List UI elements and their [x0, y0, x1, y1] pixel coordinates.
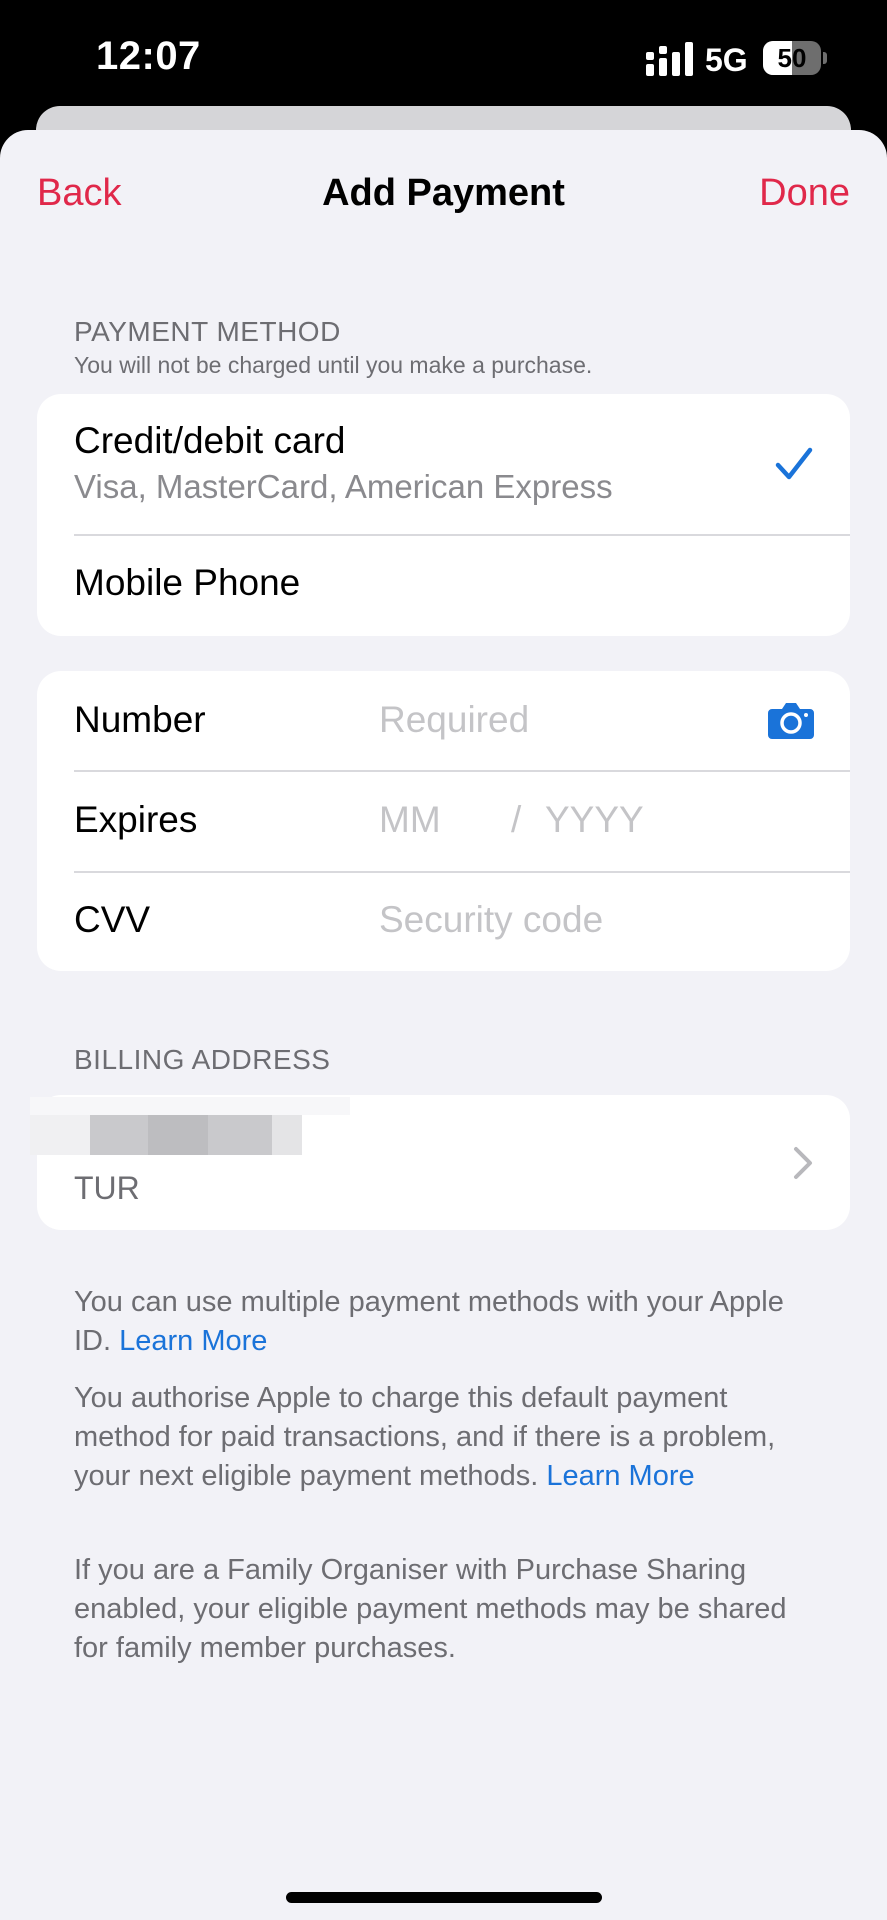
billing-address-header: BILLING ADDRESS	[74, 1044, 331, 1075]
add-payment-sheet: Back Add Payment Done PAYMENT METHOD You…	[0, 130, 887, 1920]
expiry-year-input[interactable]	[545, 799, 665, 841]
status-time: 12:07	[96, 34, 201, 78]
billing-country: TUR	[74, 1170, 140, 1206]
card-expiry-row: Expires /	[37, 772, 850, 871]
payment-method-group: Credit/debit card Visa, MasterCard, Amer…	[37, 394, 850, 636]
learn-more-link[interactable]: Learn More	[546, 1460, 694, 1492]
footer-multiple-methods: You can use multiple payment methods wit…	[74, 1283, 814, 1361]
footer-authorise: You authorise Apple to charge this defau…	[74, 1379, 814, 1496]
network-type: 5G	[705, 42, 748, 78]
status-bar: 12:07 5G 50	[0, 0, 887, 120]
cellular-signal-icon	[646, 42, 693, 76]
card-number-input[interactable]	[379, 699, 709, 741]
cvv-label: CVV	[74, 899, 151, 940]
payment-option-title: Mobile Phone	[74, 562, 301, 603]
done-button[interactable]: Done	[759, 172, 850, 215]
payment-option-mobile[interactable]: Mobile Phone	[37, 536, 850, 636]
expiry-month-input[interactable]	[379, 799, 449, 841]
payment-option-card[interactable]: Credit/debit card Visa, MasterCard, Amer…	[37, 394, 850, 534]
card-number-row: Number	[37, 671, 850, 770]
home-indicator	[286, 1892, 602, 1903]
battery-icon: 50	[763, 41, 821, 75]
learn-more-link[interactable]: Learn More	[119, 1325, 267, 1357]
cvv-input[interactable]	[379, 899, 759, 941]
card-details-group: Number Expires / CVV	[37, 671, 850, 971]
payment-method-header: PAYMENT METHOD	[74, 316, 341, 347]
card-expiry-label: Expires	[74, 799, 198, 840]
battery-percent: 50	[777, 43, 807, 73]
chevron-right-icon	[794, 1147, 812, 1179]
nav-bar: Back Add Payment Done	[0, 130, 887, 260]
billing-address-row[interactable]: TUR	[30, 1095, 850, 1230]
redacted-address	[30, 1097, 350, 1161]
expiry-separator: /	[511, 799, 522, 840]
payment-option-subtitle: Visa, MasterCard, American Express	[74, 468, 613, 505]
checkmark-icon	[775, 447, 813, 480]
card-cvv-row: CVV	[37, 873, 850, 971]
page-title: Add Payment	[322, 172, 565, 214]
battery-tip	[823, 52, 827, 64]
card-number-label: Number	[74, 699, 206, 740]
footer-family-sharing: If you are a Family Organiser with Purch…	[74, 1554, 787, 1664]
payment-option-title: Credit/debit card	[74, 420, 346, 461]
payment-method-subheader: You will not be charged until you make a…	[74, 352, 593, 378]
camera-icon[interactable]	[768, 701, 814, 739]
